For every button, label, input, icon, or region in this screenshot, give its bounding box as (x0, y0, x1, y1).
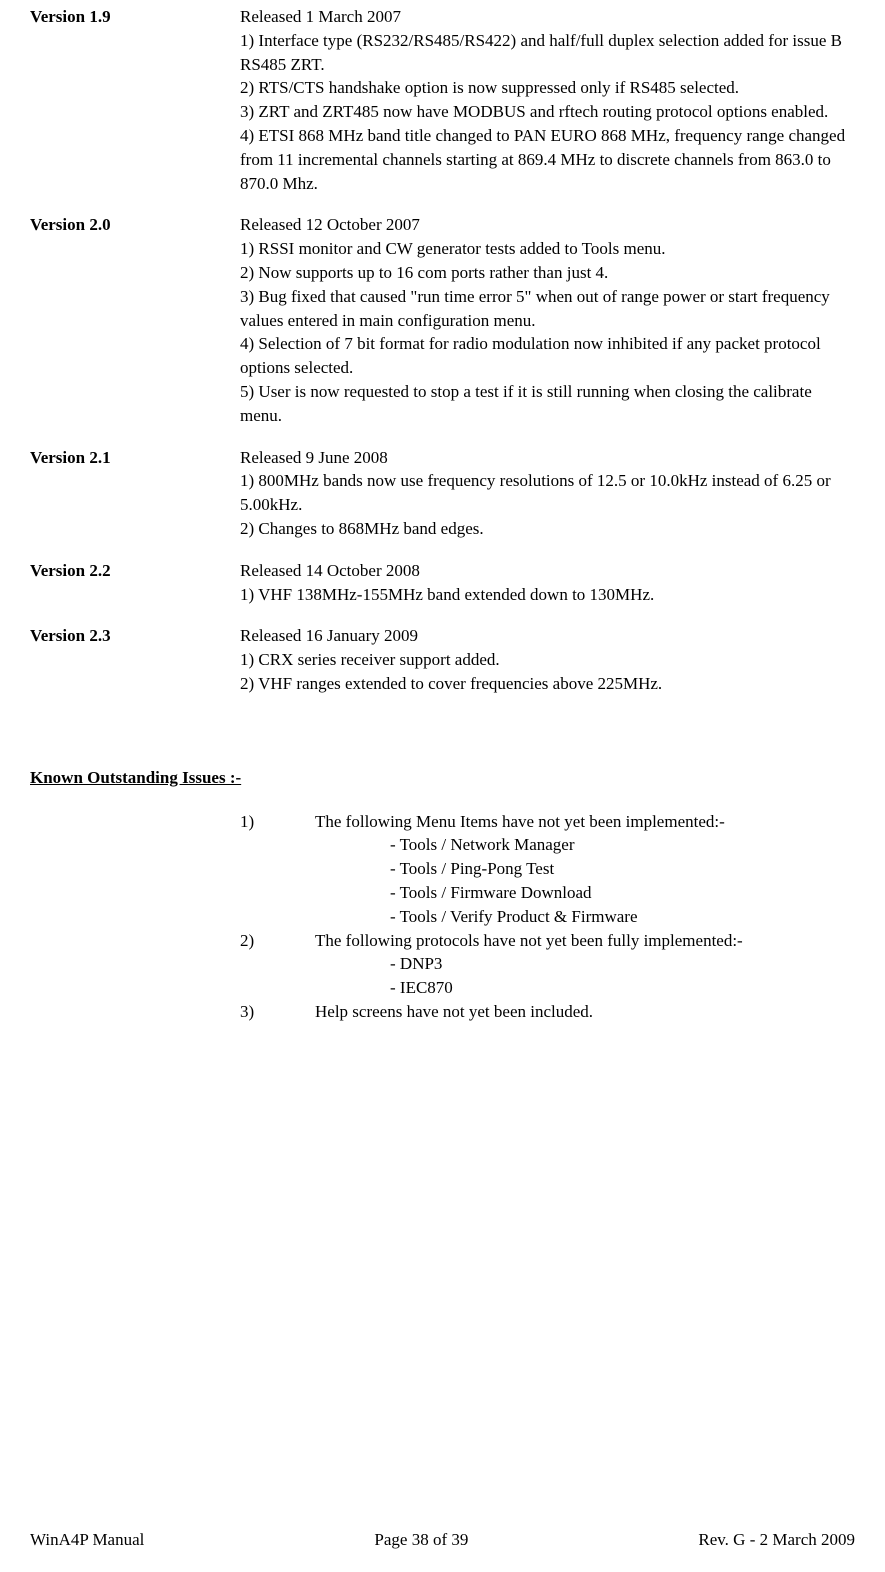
version-body: Released 9 June 20081) 800MHz bands now … (240, 446, 855, 541)
version-body: Released 16 January 20091) CRX series re… (240, 624, 855, 695)
issue-text: Help screens have not yet been included. (315, 1000, 855, 1024)
version-label: Version 2.0 (30, 213, 240, 427)
issue-text: The following Menu Items have not yet be… (315, 810, 855, 834)
footer-right: Rev. G - 2 March 2009 (698, 1528, 855, 1552)
footer-left: WinA4P Manual (30, 1528, 144, 1552)
version-label: Version 2.3 (30, 624, 240, 695)
issue-text: The following protocols have not yet bee… (315, 929, 855, 953)
issue-sub-item: - Tools / Network Manager (390, 833, 855, 857)
issue-row: 1) The following Menu Items have not yet… (240, 810, 855, 834)
issue-sub-item: - Tools / Verify Product & Firmware (390, 905, 855, 929)
issue-sub-item: - IEC870 (390, 976, 855, 1000)
issues-body: 1) The following Menu Items have not yet… (240, 810, 855, 1024)
version-block: Version 2.3 Released 16 January 20091) C… (30, 624, 855, 695)
issue-sub-item: - DNP3 (390, 952, 855, 976)
issue-sub-item: - Tools / Ping-Pong Test (390, 857, 855, 881)
document-page: Version 1.9 Released 1 March 20071) Inte… (0, 0, 885, 1572)
issue-sub-item: - Tools / Firmware Download (390, 881, 855, 905)
content-area: Version 1.9 Released 1 March 20071) Inte… (30, 0, 855, 1024)
issue-row: 3) Help screens have not yet been includ… (240, 1000, 855, 1024)
version-block: Version 2.1 Released 9 June 20081) 800MH… (30, 446, 855, 541)
footer-center: Page 38 of 39 (374, 1528, 468, 1552)
version-block: Version 1.9 Released 1 March 20071) Inte… (30, 5, 855, 195)
issue-number: 2) (240, 929, 315, 953)
version-block: Version 2.0 Released 12 October 20071) R… (30, 213, 855, 427)
issue-number: 3) (240, 1000, 315, 1024)
known-issues-heading: Known Outstanding Issues :- (30, 766, 855, 790)
version-body: Released 12 October 20071) RSSI monitor … (240, 213, 855, 427)
version-label: Version 1.9 (30, 5, 240, 195)
version-label: Version 2.1 (30, 446, 240, 541)
issue-number: 1) (240, 810, 315, 834)
version-body: Released 1 March 20071) Interface type (… (240, 5, 855, 195)
page-footer: WinA4P Manual Page 38 of 39 Rev. G - 2 M… (30, 1528, 855, 1552)
version-block: Version 2.2 Released 14 October 20081) V… (30, 559, 855, 607)
version-label: Version 2.2 (30, 559, 240, 607)
issue-row: 2) The following protocols have not yet … (240, 929, 855, 953)
version-body: Released 14 October 20081) VHF 138MHz-15… (240, 559, 855, 607)
